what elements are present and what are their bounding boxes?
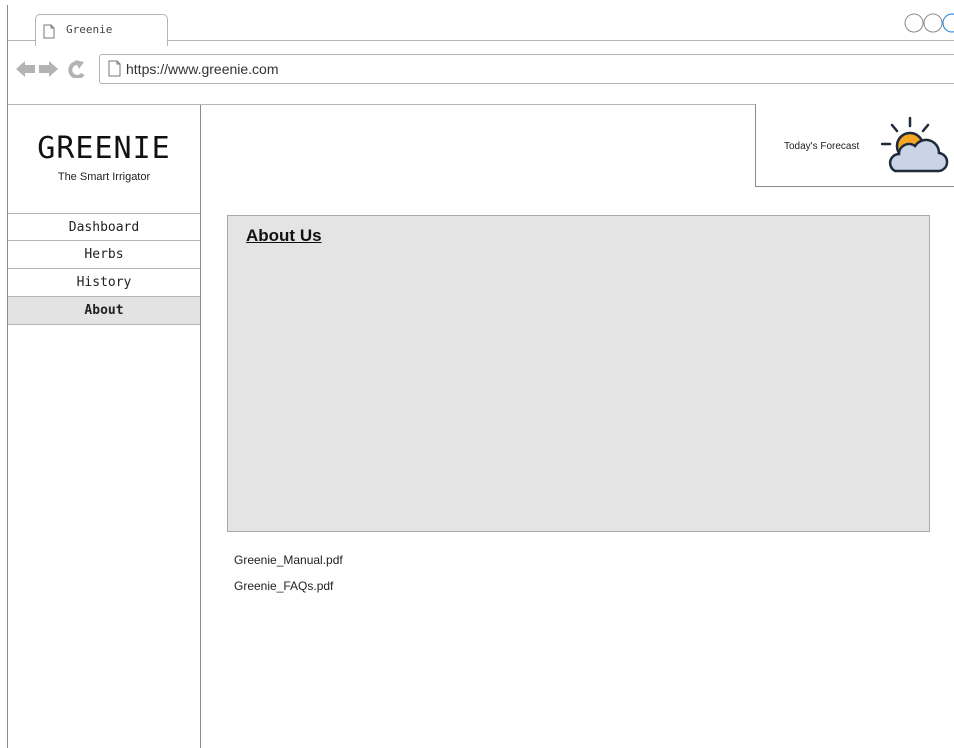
window-controls	[904, 13, 954, 40]
reload-icon	[68, 60, 85, 79]
partly-cloudy-icon	[880, 116, 951, 183]
sidebar-item-herbs[interactable]: Herbs	[8, 241, 200, 269]
sidebar-nav: Dashboard Herbs History About	[8, 213, 200, 325]
sidebar-item-dashboard[interactable]: Dashboard	[8, 213, 200, 241]
file-list: Greenie_Manual.pdf Greenie_FAQs.pdf	[234, 552, 343, 604]
sidebar-item-about[interactable]: About	[8, 297, 200, 325]
page-icon	[108, 60, 121, 82]
file-link-manual[interactable]: Greenie_Manual.pdf	[234, 552, 343, 578]
tab-bar: Greenie	[8, 5, 954, 46]
address-bar-row: https://www.greenie.com	[8, 41, 954, 104]
url-text: https://www.greenie.com	[126, 61, 279, 77]
minimize-button	[904, 13, 924, 33]
navigation-buttons	[16, 60, 96, 83]
page-title: About Us	[246, 226, 322, 245]
forecast-label: Today's Forecast	[784, 141, 860, 152]
sidebar: GREENIE The Smart Irrigator Dashboard He…	[8, 105, 200, 748]
maximize-button	[923, 13, 943, 33]
brand-tagline: The Smart Irrigator	[57, 171, 151, 183]
url-field[interactable]: https://www.greenie.com	[99, 54, 954, 84]
back-arrow-icon	[16, 61, 35, 77]
sidebar-item-history[interactable]: History	[8, 269, 200, 297]
about-panel: About Us	[227, 215, 930, 532]
forward-arrow-icon	[39, 61, 58, 77]
sidebar-divider	[200, 105, 201, 748]
browser-window: Greenie https://www.greenie.com GREENIE …	[0, 0, 954, 748]
tab-title: Greenie	[66, 23, 113, 36]
file-link-faqs[interactable]: Greenie_FAQs.pdf	[234, 578, 343, 604]
close-button	[942, 13, 954, 33]
brand-logo: GREENIE	[37, 131, 171, 166]
forecast-widget[interactable]: Today's Forecast	[755, 104, 954, 187]
